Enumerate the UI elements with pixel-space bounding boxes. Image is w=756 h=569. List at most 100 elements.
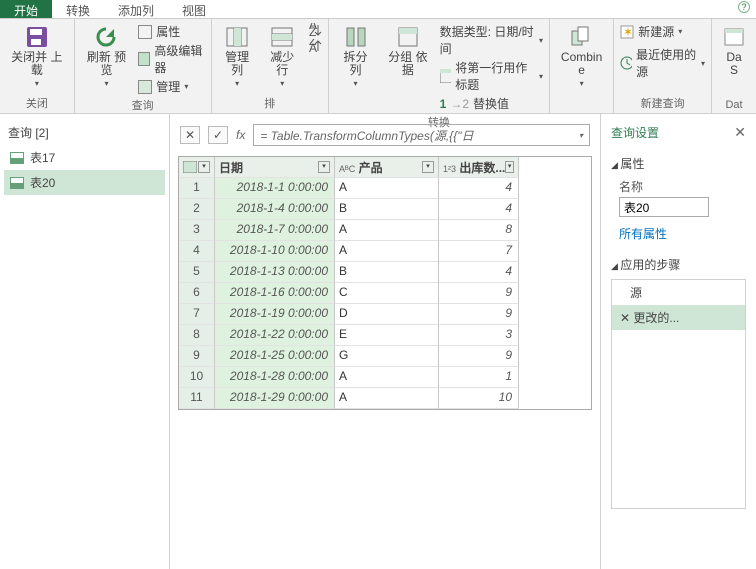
cell-product[interactable]: D bbox=[335, 304, 439, 325]
tab-home[interactable]: 开始 bbox=[0, 0, 52, 18]
datatype-button[interactable]: 数据类型: 日期/时间 ▾ bbox=[440, 23, 543, 57]
column-header[interactable]: AᴮC 产品▾ bbox=[335, 157, 439, 178]
table-row[interactable]: 102018-1-28 0:00:00A1 bbox=[179, 367, 591, 388]
first-row-header-button[interactable]: 将第一行用作标题 ▾ bbox=[440, 59, 543, 93]
close-load-button[interactable]: 关闭并 上载▾ bbox=[6, 23, 68, 90]
fx-accept-button[interactable]: ✓ bbox=[208, 126, 228, 144]
settings-title: 查询设置 bbox=[611, 124, 659, 141]
cell-date[interactable]: 2018-1-13 0:00:00 bbox=[215, 262, 335, 283]
manage-columns-button[interactable]: 管理 列▾ bbox=[218, 23, 257, 90]
applied-step[interactable]: ✕ 更改的... bbox=[612, 305, 745, 330]
table-icon bbox=[10, 152, 24, 164]
new-source-button[interactable]: ✶新建源 ▾ bbox=[620, 23, 705, 40]
tab-addcol[interactable]: 添加列 bbox=[104, 0, 168, 18]
cell-qty[interactable]: 1 bbox=[439, 367, 519, 388]
close-icon[interactable]: ✕ bbox=[734, 124, 746, 141]
cell-product[interactable]: A bbox=[335, 388, 439, 409]
cell-qty[interactable]: 9 bbox=[439, 283, 519, 304]
table-row[interactable]: 112018-1-29 0:00:00A10 bbox=[179, 388, 591, 409]
cell-date[interactable]: 2018-1-4 0:00:00 bbox=[215, 199, 335, 220]
cell-qty[interactable]: 3 bbox=[439, 325, 519, 346]
cell-product[interactable]: A bbox=[335, 367, 439, 388]
props-section-header[interactable]: 属性 bbox=[611, 155, 746, 172]
table-row[interactable]: 52018-1-13 0:00:00B4 bbox=[179, 262, 591, 283]
formula-input[interactable]: = Table.TransformColumnTypes(源,{{"日▾ bbox=[253, 124, 590, 146]
header-icon bbox=[440, 69, 452, 83]
svg-text:✶: ✶ bbox=[623, 25, 633, 39]
table-row[interactable]: 32018-1-7 0:00:00A8 bbox=[179, 220, 591, 241]
filter-dropdown-icon[interactable]: ▾ bbox=[198, 161, 210, 173]
manage-button[interactable]: 管理 ▾ bbox=[138, 78, 204, 95]
nav-query-item[interactable]: 表17 bbox=[4, 145, 165, 170]
tab-view[interactable]: 视图 bbox=[168, 0, 220, 18]
table-row[interactable]: 42018-1-10 0:00:00A7 bbox=[179, 241, 591, 262]
reduce-rows-button[interactable]: 减少 行▾ bbox=[263, 23, 302, 90]
table-row[interactable]: 72018-1-19 0:00:00D9 bbox=[179, 304, 591, 325]
cell-product[interactable]: A bbox=[335, 241, 439, 262]
group-cols-label: 排 bbox=[218, 93, 322, 111]
fx-cancel-button[interactable]: ✕ bbox=[180, 126, 200, 144]
filter-dropdown-icon[interactable]: ▾ bbox=[422, 161, 434, 173]
recent-icon bbox=[620, 56, 632, 70]
sort-desc-button[interactable]: ZA bbox=[308, 39, 322, 53]
cell-qty[interactable]: 4 bbox=[439, 199, 519, 220]
cell-date[interactable]: 2018-1-1 0:00:00 bbox=[215, 178, 335, 199]
cell-product[interactable]: G bbox=[335, 346, 439, 367]
cell-date[interactable]: 2018-1-19 0:00:00 bbox=[215, 304, 335, 325]
group-by-button[interactable]: 分组 依据 bbox=[382, 23, 433, 79]
rownum-header[interactable]: ▾ bbox=[179, 157, 215, 178]
cell-qty[interactable]: 4 bbox=[439, 262, 519, 283]
cell-product[interactable]: E bbox=[335, 325, 439, 346]
filter-dropdown-icon[interactable]: ▾ bbox=[318, 161, 330, 173]
group-query: 刷新 预览▾ 属性 高级编辑器 管理 ▾ 查询 bbox=[75, 19, 212, 113]
cell-qty[interactable]: 7 bbox=[439, 241, 519, 262]
cell-date[interactable]: 2018-1-10 0:00:00 bbox=[215, 241, 335, 262]
cell-qty[interactable]: 9 bbox=[439, 304, 519, 325]
applied-step[interactable]: 源 bbox=[612, 280, 745, 305]
filter-dropdown-icon[interactable]: ▾ bbox=[505, 161, 514, 173]
column-header[interactable]: 日期▾ bbox=[215, 157, 335, 178]
nav-query-item[interactable]: 表20 bbox=[4, 170, 165, 195]
table-row[interactable]: 12018-1-1 0:00:00A4 bbox=[179, 178, 591, 199]
data-button[interactable]: Da S bbox=[718, 23, 750, 79]
chevron-down-icon[interactable]: ▾ bbox=[579, 131, 583, 140]
table-row[interactable]: 82018-1-22 0:00:00E3 bbox=[179, 325, 591, 346]
cell-date[interactable]: 2018-1-28 0:00:00 bbox=[215, 367, 335, 388]
replace-values-button[interactable]: 1→2 替换值 bbox=[440, 95, 543, 112]
nav-title: 查询 [2] bbox=[4, 120, 165, 145]
table-row[interactable]: 92018-1-25 0:00:00G9 bbox=[179, 346, 591, 367]
combine-button[interactable]: Combin e▾ bbox=[556, 23, 607, 90]
table-icon bbox=[183, 161, 197, 173]
table-row[interactable]: 22018-1-4 0:00:00B4 bbox=[179, 199, 591, 220]
cell-product[interactable]: A bbox=[335, 220, 439, 241]
column-header[interactable]: 1²3 出库数...▾ bbox=[439, 157, 519, 178]
cell-date[interactable]: 2018-1-29 0:00:00 bbox=[215, 388, 335, 409]
cell-date[interactable]: 2018-1-22 0:00:00 bbox=[215, 325, 335, 346]
cell-date[interactable]: 2018-1-7 0:00:00 bbox=[215, 220, 335, 241]
cell-qty[interactable]: 9 bbox=[439, 346, 519, 367]
cell-product[interactable]: B bbox=[335, 262, 439, 283]
tab-transform[interactable]: 转换 bbox=[52, 0, 104, 18]
cell-qty[interactable]: 4 bbox=[439, 178, 519, 199]
cell-product[interactable]: A bbox=[335, 178, 439, 199]
cell-qty[interactable]: 10 bbox=[439, 388, 519, 409]
advanced-editor-button[interactable]: 高级编辑器 bbox=[138, 42, 204, 76]
all-props-link[interactable]: 所有属性 bbox=[619, 225, 746, 242]
help-badge[interactable]: ? bbox=[738, 1, 750, 13]
cell-product[interactable]: B bbox=[335, 199, 439, 220]
cell-date[interactable]: 2018-1-25 0:00:00 bbox=[215, 346, 335, 367]
row-number: 11 bbox=[179, 388, 215, 409]
refresh-button[interactable]: 刷新 预览▾ bbox=[81, 23, 133, 90]
cell-date[interactable]: 2018-1-16 0:00:00 bbox=[215, 283, 335, 304]
cell-product[interactable]: C bbox=[335, 283, 439, 304]
combine-icon bbox=[570, 25, 594, 49]
cell-qty[interactable]: 8 bbox=[439, 220, 519, 241]
sort-asc-button[interactable]: AZ bbox=[308, 23, 322, 37]
sort-desc-icon: ZA bbox=[308, 39, 322, 53]
table-row[interactable]: 62018-1-16 0:00:00C9 bbox=[179, 283, 591, 304]
recent-source-button[interactable]: 最近使用的源 ▾ bbox=[620, 46, 705, 80]
properties-button[interactable]: 属性 bbox=[138, 23, 204, 40]
split-column-button[interactable]: 拆分 列▾ bbox=[335, 23, 376, 90]
steps-section-header[interactable]: 应用的步骤 bbox=[611, 256, 746, 273]
query-name-input[interactable] bbox=[619, 197, 709, 217]
